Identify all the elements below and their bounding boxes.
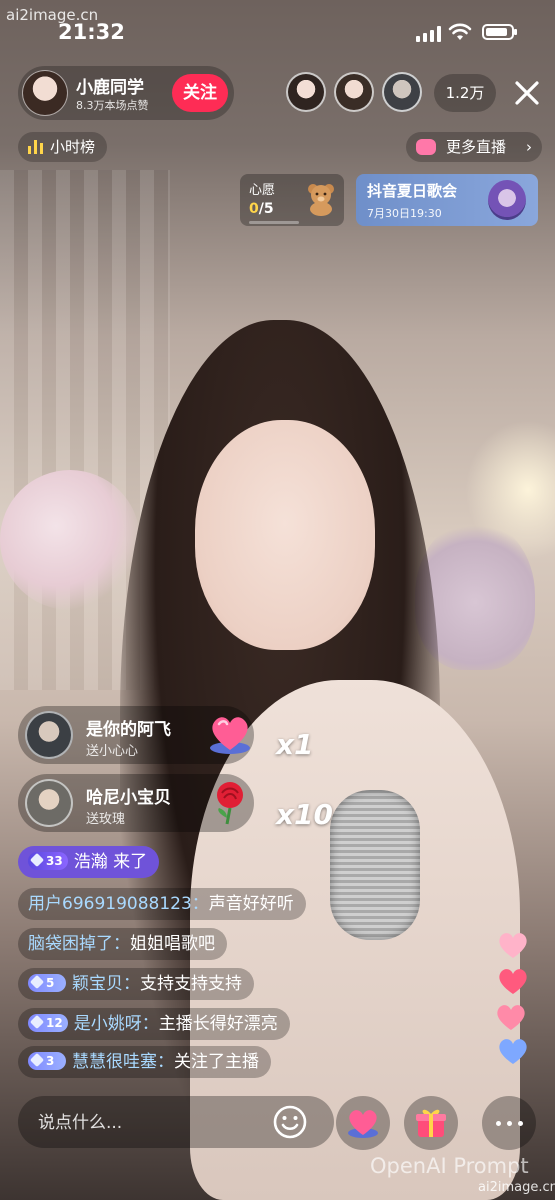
event-time: 7月30日19:30 xyxy=(367,207,442,220)
host-name: 小鹿同学 xyxy=(76,78,144,98)
floating-heart-icon xyxy=(497,1005,525,1030)
hour-rank-button[interactable]: 小时榜 xyxy=(18,132,108,162)
rose-gift-icon xyxy=(217,782,243,825)
user-level-badge: 33 xyxy=(28,852,68,870)
wish-widget[interactable]: 心愿 0/5 xyxy=(240,174,344,226)
floating-heart-icon xyxy=(499,933,527,958)
gift-sender-name: 哈尼小宝贝 xyxy=(86,788,171,808)
gift-description: 送玫瑰 xyxy=(86,812,126,827)
follow-button[interactable]: 关注 xyxy=(172,74,228,112)
more-dots-icon xyxy=(496,1121,501,1126)
streamer-face xyxy=(195,420,375,650)
chat-username: 浩瀚 xyxy=(73,852,108,872)
more-live-button[interactable]: 更多直播 › xyxy=(406,132,542,162)
chat-message: 姐姐唱歌吧 xyxy=(130,934,215,954)
gem-icon xyxy=(29,852,45,868)
user-level-badge: 12 xyxy=(28,1014,68,1032)
host-likes: 8.3万本场点赞 xyxy=(76,99,149,112)
status-time: 21:32 xyxy=(58,20,125,44)
hour-rank-label: 小时榜 xyxy=(50,138,96,156)
like-heart-button[interactable] xyxy=(336,1096,390,1150)
chat-username: 颖宝贝： xyxy=(72,974,140,994)
live-heart-icon xyxy=(416,139,436,155)
gem-icon xyxy=(29,974,45,990)
viewer-count-button[interactable]: 1.2万 xyxy=(434,74,496,112)
chat-message: 来了 xyxy=(113,852,148,872)
rank-bars-icon xyxy=(28,140,43,154)
gift-box-icon xyxy=(416,1109,446,1137)
gift-description: 送小心心 xyxy=(86,744,139,759)
top-viewer-avatar[interactable] xyxy=(286,72,326,112)
chat-message-row[interactable]: 脑袋困掉了：姐姐唱歌吧 xyxy=(18,928,227,960)
chat-username: 用户696919088123： xyxy=(28,894,209,914)
watermark-bottom: OpenAI Prompt xyxy=(370,1154,529,1178)
more-options-button[interactable] xyxy=(482,1096,536,1150)
gift-button[interactable] xyxy=(404,1096,458,1150)
background-flowers xyxy=(0,470,140,610)
watermark-bottom-small: ai2image.cn xyxy=(478,1180,555,1195)
top-viewer-avatar[interactable] xyxy=(334,72,374,112)
emoji-icon[interactable] xyxy=(270,1102,310,1142)
top-viewer-avatar[interactable] xyxy=(382,72,422,112)
chat-message: 声音好好听 xyxy=(208,894,294,914)
chat-message-row[interactable]: 用户696919088123：声音好好听 xyxy=(18,888,306,920)
signal-icon xyxy=(416,26,442,42)
chevron-right-icon: › xyxy=(526,138,532,156)
wish-title: 心愿 xyxy=(249,183,276,198)
heart-gift-icon xyxy=(210,717,250,754)
chat-username: 是小姚呀： xyxy=(73,1014,159,1034)
close-icon[interactable] xyxy=(512,78,542,108)
event-title: 抖音夏日歌会 xyxy=(367,182,458,200)
battery-icon xyxy=(482,24,517,40)
gift-sender-name: 是你的阿飞 xyxy=(86,720,171,740)
chat-message-row[interactable]: 5 颖宝贝：支持支持支持 xyxy=(18,968,254,1000)
bear-icon xyxy=(308,184,334,216)
event-banner[interactable]: 抖音夏日歌会 7月30日19:30 xyxy=(356,174,538,226)
status-bar: ai2image.cn 21:32 xyxy=(0,0,555,60)
chat-message: 关注了主播 xyxy=(174,1052,259,1072)
wifi-icon xyxy=(448,23,472,40)
more-live-label: 更多直播 xyxy=(446,138,507,156)
wish-progress: 0/5 xyxy=(249,201,274,217)
gem-icon xyxy=(29,1052,45,1068)
host-avatar[interactable] xyxy=(22,70,68,116)
floating-heart-icon xyxy=(499,1039,527,1064)
gem-icon xyxy=(29,1014,45,1030)
gift-notification[interactable]: 是你的阿飞 送小心心 xyxy=(18,706,254,764)
user-level-badge: 5 xyxy=(28,974,66,992)
user-level-badge: 3 xyxy=(28,1052,66,1070)
chat-message: 支持支持支持 xyxy=(140,974,242,994)
chat-join-message[interactable]: 33 浩瀚 来了 xyxy=(18,846,160,878)
chat-message-row[interactable]: 3 慧慧很哇塞：关注了主播 xyxy=(18,1046,271,1078)
comment-input[interactable] xyxy=(36,1096,260,1150)
floating-heart-icon xyxy=(499,969,527,994)
wish-progress-bar xyxy=(249,221,299,224)
gift-sender-avatar[interactable] xyxy=(25,779,73,827)
microphone xyxy=(330,790,420,940)
gift-count: x10 xyxy=(276,798,334,831)
gift-sender-avatar[interactable] xyxy=(25,711,73,759)
chat-message-row[interactable]: 12 是小姚呀：主播长得好漂亮 xyxy=(18,1008,290,1040)
heart-icon xyxy=(348,1110,378,1138)
chat-message: 主播长得好漂亮 xyxy=(158,1014,278,1034)
event-avatar xyxy=(488,180,526,220)
gift-notification[interactable]: 哈尼小宝贝 送玫瑰 xyxy=(18,774,254,832)
chat-username: 脑袋困掉了： xyxy=(28,934,130,954)
gift-count: x1 xyxy=(276,728,314,761)
chat-username: 慧慧很哇塞： xyxy=(72,1052,174,1072)
